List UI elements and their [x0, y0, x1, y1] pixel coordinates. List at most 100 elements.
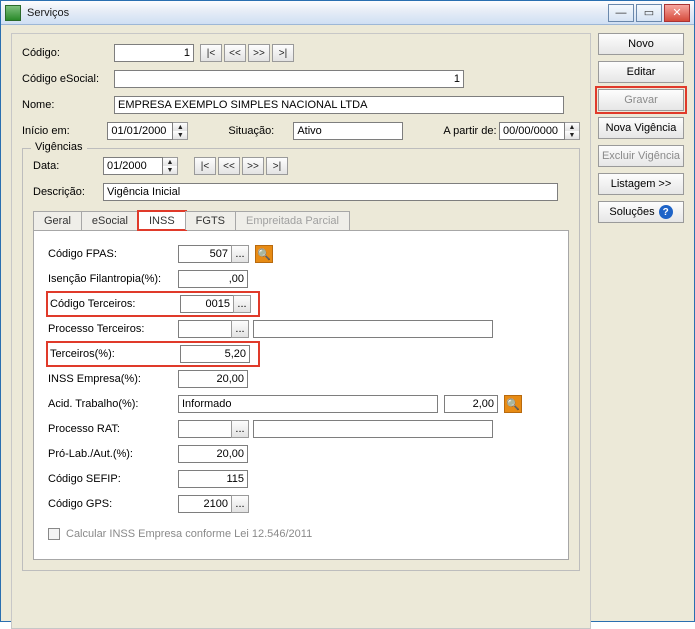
search-icon: 🔍 [506, 398, 520, 411]
inicio-label: Início em: [22, 125, 107, 137]
isencao-input[interactable] [178, 270, 248, 288]
close-button[interactable]: ✕ [664, 4, 690, 22]
codigo-terceiros-row: Código Terceiros: ... [48, 293, 258, 315]
inicio-spin[interactable]: ▲▼ [173, 122, 188, 140]
search-icon: 🔍 [257, 248, 271, 261]
codigo-input[interactable] [114, 44, 194, 62]
processo-rat-lookup-button[interactable]: ... [231, 420, 249, 438]
maximize-button[interactable]: ▭ [636, 4, 662, 22]
situacao-label: Situação: [228, 125, 293, 137]
solucoes-label: Soluções [609, 206, 654, 218]
codigo-fpas-label: Código FPAS: [48, 248, 178, 260]
nav-next-button[interactable]: >> [248, 44, 270, 62]
processo-rat-label: Processo RAT: [48, 423, 178, 435]
codigo-terceiros-lookup-button[interactable]: ... [233, 295, 251, 313]
prolab-row: Pró-Lab./Aut.(%): [48, 443, 554, 465]
novo-button[interactable]: Novo [598, 33, 684, 55]
sefip-row: Código SEFIP: [48, 468, 554, 490]
vigencia-descricao-label: Descrição: [33, 186, 103, 198]
spin-down-icon: ▼ [565, 131, 579, 139]
spin-down-icon: ▼ [173, 131, 187, 139]
nav-prev-button[interactable]: << [224, 44, 246, 62]
processo-terceiros-desc-input[interactable] [253, 320, 493, 338]
app-window: Serviços — ▭ ✕ Novo Editar Gravar Nova V… [0, 0, 695, 622]
tab-esocial[interactable]: eSocial [81, 211, 139, 230]
codigo-esocial-input[interactable] [114, 70, 464, 88]
apartir-input[interactable] [499, 122, 565, 140]
editar-button[interactable]: Editar [598, 61, 684, 83]
window-buttons: — ▭ ✕ [608, 4, 690, 22]
calc-inss-label: Calcular INSS Empresa conforme Lei 12.54… [66, 528, 312, 540]
calc-inss-checkbox[interactable] [48, 528, 60, 540]
terceiros-pct-input[interactable] [180, 345, 250, 363]
vigencia-descricao-input[interactable] [103, 183, 558, 201]
titlebar: Serviços — ▭ ✕ [1, 1, 694, 25]
vigencia-nav: |< << >> >| [194, 157, 288, 175]
processo-rat-desc-input[interactable] [253, 420, 493, 438]
apartir-label: A partir de: [443, 125, 499, 137]
acid-trabalho-doc-button[interactable]: 🔍 [504, 395, 522, 413]
isencao-row: Isenção Filantropia(%): [48, 268, 554, 290]
spin-up-icon: ▲ [565, 123, 579, 131]
vigencias-legend: Vigências [31, 141, 87, 153]
acid-trabalho-label: Acid. Trabalho(%): [48, 398, 178, 410]
nova-vigencia-button[interactable]: Nova Vigência [598, 117, 684, 139]
apartir-spin[interactable]: ▲▼ [565, 122, 580, 140]
codigo-fpas-row: Código FPAS: ... 🔍 [48, 243, 554, 265]
processo-terceiros-label: Processo Terceiros: [48, 323, 178, 335]
solucoes-button[interactable]: Soluções ? [598, 201, 684, 223]
terceiros-pct-label: Terceiros(%): [50, 348, 180, 360]
nav-first-button[interactable]: |< [194, 157, 216, 175]
excluir-vigencia-button[interactable]: Excluir Vigência [598, 145, 684, 167]
prolab-input[interactable] [178, 445, 248, 463]
nav-prev-button[interactable]: << [218, 157, 240, 175]
inicio-row: Início em: ▲▼ Situação: A partir de: ▲▼ [22, 120, 580, 142]
prolab-label: Pró-Lab./Aut.(%): [48, 448, 178, 460]
body: Novo Editar Gravar Nova Vigência Excluir… [1, 25, 694, 621]
vigencia-data-spin[interactable]: ▲▼ [163, 157, 178, 175]
minimize-button[interactable]: — [608, 4, 634, 22]
app-icon [5, 5, 21, 21]
inss-empresa-input[interactable] [178, 370, 248, 388]
tabs: Geral eSocial INSS FGTS Empreitada Parci… [33, 211, 569, 230]
processo-terceiros-row: Processo Terceiros: ... [48, 318, 554, 340]
codigo-nav: |< << >> >| [200, 44, 294, 62]
acid-trabalho-value-input[interactable] [444, 395, 498, 413]
vigencia-data-input[interactable] [103, 157, 163, 175]
vigencias-group: Vigências Data: ▲▼ |< << >> >| Descrição… [22, 148, 580, 571]
acid-trabalho-select[interactable] [178, 395, 438, 413]
inicio-input[interactable] [107, 122, 173, 140]
codigo-fpas-doc-button[interactable]: 🔍 [255, 245, 273, 263]
inss-empresa-row: INSS Empresa(%): [48, 368, 554, 390]
nav-last-button[interactable]: >| [272, 44, 294, 62]
processo-rat-code-input[interactable] [178, 420, 232, 438]
tab-inss[interactable]: INSS [138, 211, 186, 230]
nome-input[interactable] [114, 96, 564, 114]
nav-next-button[interactable]: >> [242, 157, 264, 175]
codigo-fpas-lookup-button[interactable]: ... [231, 245, 249, 263]
gps-lookup-button[interactable]: ... [231, 495, 249, 513]
inss-empresa-label: INSS Empresa(%): [48, 373, 178, 385]
gps-row: Código GPS: ... [48, 493, 554, 515]
processo-terceiros-lookup-button[interactable]: ... [231, 320, 249, 338]
gps-label: Código GPS: [48, 498, 178, 510]
tab-geral[interactable]: Geral [33, 211, 82, 230]
gravar-button[interactable]: Gravar [598, 89, 684, 111]
situacao-input[interactable] [293, 122, 403, 140]
sefip-input[interactable] [178, 470, 248, 488]
help-icon: ? [659, 205, 673, 219]
spin-up-icon: ▲ [173, 123, 187, 131]
codigo-terceiros-input[interactable] [180, 295, 234, 313]
codigo-fpas-input[interactable] [178, 245, 232, 263]
content-panel: Código: |< << >> >| Código eSocial: Nome… [11, 33, 591, 629]
codigo-label: Código: [22, 47, 114, 59]
nav-first-button[interactable]: |< [200, 44, 222, 62]
nome-label: Nome: [22, 99, 114, 111]
tab-fgts[interactable]: FGTS [185, 211, 236, 230]
tab-empreitada[interactable]: Empreitada Parcial [235, 211, 350, 230]
listagem-button[interactable]: Listagem >> [598, 173, 684, 195]
processo-terceiros-code-input[interactable] [178, 320, 232, 338]
gps-input[interactable] [178, 495, 232, 513]
codigo-terceiros-label: Código Terceiros: [50, 298, 180, 310]
nav-last-button[interactable]: >| [266, 157, 288, 175]
